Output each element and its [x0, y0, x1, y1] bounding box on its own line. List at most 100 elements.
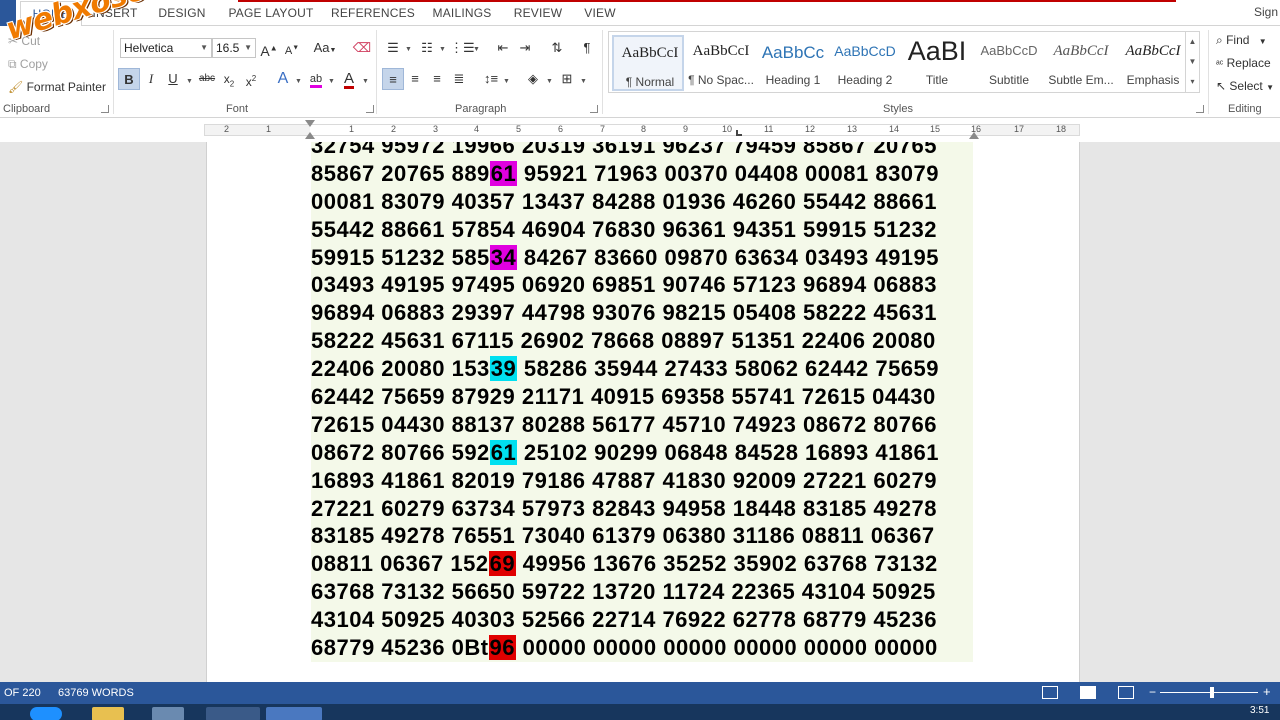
format-painter-button[interactable]: 🖌 Format Painter — [8, 77, 106, 97]
underline-button[interactable]: U — [162, 68, 184, 90]
numbering-button[interactable]: ☷ — [416, 37, 438, 59]
chevron-down-icon[interactable]: ▼ — [295, 78, 302, 85]
copy-button[interactable]: ⧉ Copy — [8, 54, 48, 74]
tab-insert[interactable]: INSERT — [88, 1, 142, 26]
borders-button[interactable]: ⊞ — [556, 68, 578, 90]
app-icon[interactable] — [152, 707, 184, 720]
hanging-indent-marker[interactable] — [305, 132, 315, 139]
browser-icon[interactable] — [206, 707, 260, 720]
print-layout-icon[interactable] — [1080, 686, 1096, 699]
word-count[interactable]: 63769 WORDS — [58, 687, 134, 699]
tab-mailings[interactable]: MAILINGS — [428, 1, 496, 26]
first-line-indent-marker[interactable] — [305, 120, 315, 127]
bullets-button[interactable]: ☰ — [382, 37, 404, 59]
number-text: 84267 83660 09870 63634 03493 49195 — [517, 244, 940, 270]
right-indent-marker[interactable] — [969, 132, 979, 139]
align-left-button[interactable]: ≡ — [382, 68, 404, 90]
font-size-combo[interactable]: 16.5 ▼ — [212, 38, 256, 58]
chevron-down-icon[interactable]: ▼ — [405, 46, 412, 53]
number-table-text: 32754 95972 19966 20319 36191 96237 7945… — [311, 142, 973, 662]
superscript-button[interactable]: x2 — [240, 68, 262, 90]
highlighter-icon: ab — [309, 73, 323, 88]
style-no-spacing[interactable]: AaBbCcI ¶ No Spac... — [685, 35, 757, 91]
tab-view[interactable]: VIEW — [580, 1, 620, 26]
style-preview: AaBbCcD — [834, 43, 896, 59]
justify-button[interactable]: ≣ — [448, 68, 470, 90]
increase-indent-button[interactable]: ⇥ — [514, 37, 536, 59]
binoculars-icon: ⌕ — [1216, 33, 1223, 47]
font-dialog-launcher[interactable] — [366, 105, 374, 113]
file-explorer-icon[interactable] — [92, 707, 124, 720]
select-button[interactable]: ↖ Select ▼ — [1216, 76, 1274, 96]
zoom-out-icon[interactable]: − — [1149, 685, 1156, 699]
italic-button[interactable]: I — [140, 68, 162, 90]
style-emphasis[interactable]: AaBbCcI Emphasis — [1117, 35, 1189, 91]
read-mode-icon[interactable] — [1042, 686, 1058, 699]
start-icon[interactable] — [30, 707, 62, 720]
paragraph-dialog-launcher[interactable] — [590, 105, 598, 113]
word-taskbar-icon[interactable] — [266, 707, 322, 720]
chevron-down-icon[interactable]: ▼ — [328, 78, 335, 85]
zoom-in-icon[interactable]: + — [1263, 684, 1271, 699]
ruler-number: 2 — [224, 124, 230, 134]
page-count[interactable]: OF 220 — [4, 687, 41, 699]
multilevel-list-button[interactable]: ⋮☰ — [450, 37, 475, 59]
tab-design[interactable]: DESIGN — [150, 1, 214, 26]
decrease-indent-button[interactable]: ⇤ — [492, 37, 514, 59]
style-subtitle[interactable]: AaBbCcD Subtitle — [973, 35, 1045, 91]
sort-button[interactable]: ⇅ — [546, 37, 568, 59]
align-right-button[interactable]: ≡ — [426, 68, 448, 90]
shrink-font-button[interactable]: A▼ — [281, 37, 303, 59]
text-effects-button[interactable]: A — [272, 68, 294, 90]
tab-page-layout[interactable]: PAGE LAYOUT — [224, 1, 318, 26]
file-tab[interactable] — [0, 0, 16, 26]
clipboard-dialog-launcher[interactable] — [101, 105, 109, 113]
gallery-scroll-down[interactable]: ▼ — [1185, 52, 1199, 72]
change-case-button[interactable]: Aa▼ — [310, 37, 340, 59]
grow-font-button[interactable]: A▲ — [258, 37, 280, 59]
chevron-down-icon[interactable]: ▼ — [362, 78, 369, 85]
shading-button[interactable]: ◈ — [522, 68, 544, 90]
tab-stop-marker[interactable] — [736, 130, 742, 136]
tab-home[interactable]: HOME — [20, 1, 82, 27]
show-formatting-button[interactable]: ¶ — [576, 37, 598, 59]
style-subtle-emphasis[interactable]: AaBbCcI Subtle Em... — [1045, 35, 1117, 91]
styles-dialog-launcher[interactable] — [1196, 105, 1204, 113]
style-title[interactable]: AaBI Title — [901, 35, 973, 91]
zoom-slider[interactable] — [1160, 692, 1258, 693]
strikethrough-icon: abc — [198, 73, 216, 84]
gallery-more[interactable]: ▾ — [1185, 72, 1199, 92]
style-heading-1[interactable]: AaBbCc Heading 1 — [757, 35, 829, 91]
scissors-icon: ✂ — [8, 34, 19, 48]
tab-review[interactable]: REVIEW — [510, 1, 566, 26]
chevron-down-icon[interactable]: ▼ — [503, 78, 510, 85]
find-button[interactable]: ⌕ Find ▼ — [1216, 30, 1267, 50]
chevron-down-icon[interactable]: ▼ — [580, 78, 587, 85]
line-spacing-button[interactable]: ↕≡ — [480, 68, 502, 90]
horizontal-ruler[interactable]: 2 1 1 2 3 4 5 6 7 8 9 10 11 12 13 14 15 … — [0, 118, 1280, 142]
chevron-down-icon[interactable]: ▼ — [473, 46, 480, 53]
subscript-button[interactable]: x2 — [218, 68, 240, 90]
style-normal[interactable]: AaBbCcI ¶ Normal — [612, 35, 684, 91]
tab-references[interactable]: REFERENCES — [330, 1, 416, 26]
style-heading-2[interactable]: AaBbCcD Heading 2 — [829, 35, 901, 91]
number-text: 85867 20765 889 — [311, 160, 490, 186]
web-layout-icon[interactable] — [1118, 686, 1134, 699]
zoom-slider-thumb[interactable] — [1210, 687, 1214, 698]
chevron-down-icon[interactable]: ▼ — [439, 46, 446, 53]
gallery-scroll-up[interactable]: ▲ — [1185, 32, 1199, 52]
chevron-down-icon[interactable]: ▼ — [186, 78, 193, 85]
bold-button[interactable]: B — [118, 68, 140, 90]
font-color-button[interactable]: A — [338, 68, 360, 90]
highlight-button[interactable]: ab — [305, 68, 327, 90]
clear-formatting-button[interactable]: ⌫ — [351, 37, 373, 59]
chevron-down-icon[interactable]: ▼ — [546, 78, 553, 85]
cut-button[interactable]: ✂ Cut — [8, 31, 40, 51]
replace-button[interactable]: ᵃᶜ Replace — [1216, 53, 1271, 73]
sign-in-link[interactable]: Sign — [1254, 5, 1278, 19]
strikethrough-button[interactable]: abc — [196, 68, 218, 90]
align-center-button[interactable]: ≡ — [404, 68, 426, 90]
font-name-combo[interactable]: Helvetica ▼ — [120, 38, 212, 58]
document-page[interactable]: 32754 95972 19966 20319 36191 96237 7945… — [206, 142, 1080, 682]
paint-bucket-icon: ◈ — [528, 71, 538, 86]
